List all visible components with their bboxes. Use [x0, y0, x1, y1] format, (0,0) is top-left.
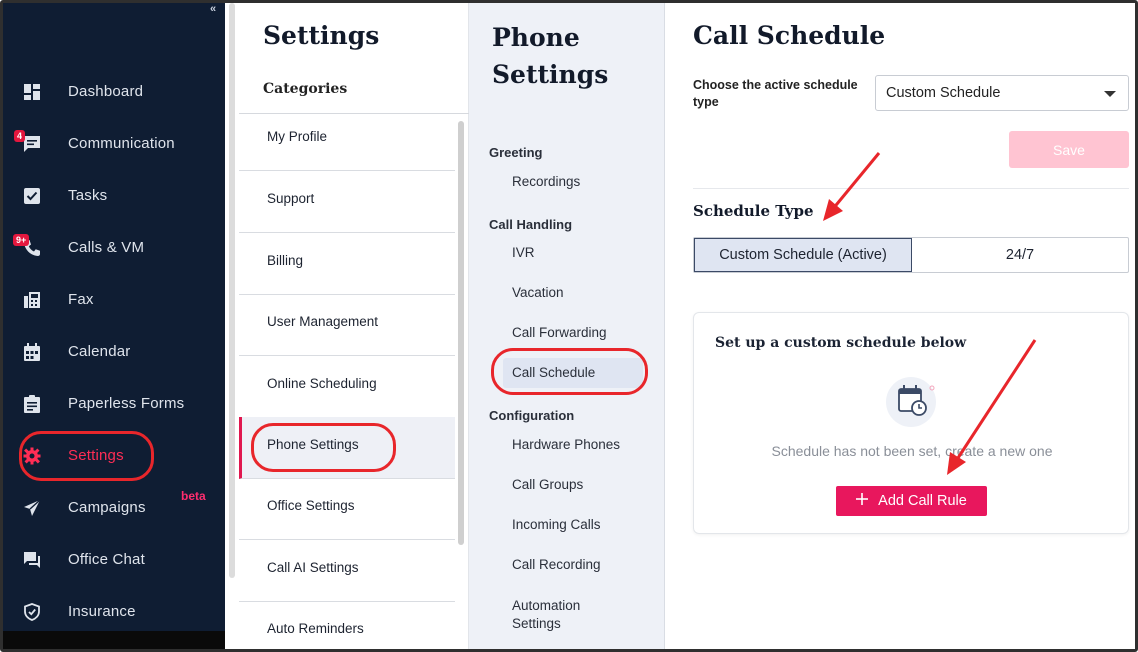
clipboard-icon — [21, 393, 43, 415]
nav-footer — [3, 631, 239, 649]
nav-item-calendar[interactable]: Calendar — [3, 330, 225, 374]
unread-badge: 4 — [14, 130, 26, 142]
left-nav: « Dashboard 4 Communication Tasks 9+ Cal… — [3, 3, 225, 649]
nav-label: Tasks — [68, 187, 108, 204]
nav-item-dashboard[interactable]: Dashboard — [3, 70, 225, 114]
gear-icon — [21, 445, 43, 467]
settings-panel: Settings Categories My Profile Support B… — [239, 3, 469, 649]
chevron-down-icon — [1104, 91, 1116, 97]
category-label: Billing — [267, 253, 304, 268]
category-label: Call AI Settings — [267, 560, 359, 575]
category-label: Phone Settings — [267, 437, 359, 452]
checkbox-icon — [21, 185, 43, 207]
save-button[interactable]: Save — [1009, 131, 1129, 168]
menu-hardware-phones[interactable]: Hardware Phones — [512, 437, 620, 452]
shield-icon — [21, 601, 43, 623]
category-label: Support — [267, 191, 315, 206]
category-user-management[interactable]: User Management — [239, 294, 455, 356]
plus-icon — [856, 493, 869, 509]
nav-label: Office Chat — [68, 551, 145, 568]
schedule-type-heading: Schedule Type — [693, 202, 814, 220]
nav-item-fax[interactable]: Fax — [3, 278, 225, 322]
nav-label: Calendar — [68, 343, 131, 360]
nav-item-office-chat[interactable]: Office Chat — [3, 538, 225, 582]
category-label: Office Settings — [267, 498, 355, 513]
category-label: My Profile — [267, 129, 328, 144]
category-call-ai-settings[interactable]: Call AI Settings — [239, 540, 455, 602]
office-chat-icon — [21, 549, 43, 571]
nav-item-insurance[interactable]: Insurance — [3, 590, 225, 634]
menu-automation-settings[interactable]: Automation Settings — [512, 597, 612, 633]
menu-call-recording[interactable]: Call Recording — [512, 557, 601, 572]
nav-scrollbar[interactable] — [229, 3, 235, 578]
nav-label: Calls & VM — [68, 239, 145, 256]
select-value: Custom Schedule — [886, 85, 1001, 101]
menu-call-groups[interactable]: Call Groups — [512, 477, 583, 492]
category-label: Auto Reminders — [267, 621, 364, 636]
nav-label: Paperless Forms — [68, 395, 185, 412]
menu-recordings[interactable]: Recordings — [512, 174, 580, 189]
phone-settings-title: Phone Settings — [492, 23, 609, 89]
phone-settings-panel: Phone Settings Greeting Recordings Call … — [469, 3, 665, 649]
calendar-clock-icon — [885, 375, 939, 429]
nav-item-tasks[interactable]: Tasks — [3, 174, 225, 218]
beta-tag: beta — [181, 489, 206, 503]
category-label: User Management — [267, 314, 379, 329]
fax-icon — [21, 289, 43, 311]
call-schedule-main: Call Schedule Choose the active schedule… — [665, 3, 1135, 649]
custom-schedule-card: Set up a custom schedule below Schedule … — [693, 312, 1129, 534]
category-online-scheduling[interactable]: Online Scheduling — [239, 356, 455, 418]
empty-state-text: Schedule has not been set, create a new … — [771, 443, 1053, 459]
nav-label: Communication — [68, 135, 175, 152]
schedule-type-label: Choose the active schedule type — [693, 78, 858, 109]
menu-ivr[interactable]: IVR — [512, 245, 535, 260]
add-call-rule-button[interactable]: Add Call Rule — [836, 486, 987, 516]
calendar-icon — [21, 341, 43, 363]
categories-scrollbar[interactable] — [458, 121, 464, 545]
menu-incoming-calls[interactable]: Incoming Calls — [512, 517, 601, 532]
group-configuration: Configuration — [489, 408, 575, 423]
page-title: Call Schedule — [693, 21, 886, 50]
category-auto-reminders[interactable]: Auto Reminders — [239, 601, 455, 649]
send-icon — [21, 497, 43, 519]
nav-label: Insurance — [68, 603, 136, 620]
group-call-handling: Call Handling — [489, 217, 573, 232]
nav-item-communication[interactable]: 4 Communication — [3, 122, 225, 166]
toggle-24-7[interactable]: 24/7 — [912, 238, 1128, 272]
category-office-settings[interactable]: Office Settings — [239, 478, 455, 540]
category-my-profile[interactable]: My Profile — [239, 109, 455, 171]
category-support[interactable]: Support — [239, 171, 455, 233]
collapse-nav-icon[interactable]: « — [210, 3, 216, 15]
toggle-custom-schedule[interactable]: Custom Schedule (Active) — [694, 238, 912, 272]
nav-label: Campaigns — [68, 499, 146, 516]
nav-item-paperless-forms[interactable]: Paperless Forms — [3, 382, 225, 426]
settings-title: Settings — [263, 21, 380, 50]
menu-call-forwarding[interactable]: Call Forwarding — [512, 325, 607, 340]
nav-item-calls[interactable]: 9+ Calls & VM — [3, 226, 225, 270]
category-label: Online Scheduling — [267, 376, 377, 391]
add-call-rule-label: Add Call Rule — [878, 493, 967, 509]
nav-item-settings[interactable]: Settings — [3, 434, 225, 478]
menu-call-schedule[interactable]: Call Schedule — [503, 358, 643, 388]
schedule-type-select[interactable]: Custom Schedule — [875, 75, 1129, 111]
schedule-type-toggle: Custom Schedule (Active) 24/7 — [693, 237, 1129, 273]
nav-label: Fax — [68, 291, 94, 308]
categories-heading: Categories — [263, 81, 348, 97]
missed-calls-badge: 9+ — [13, 234, 30, 246]
menu-vacation[interactable]: Vacation — [512, 285, 564, 300]
dashboard-icon — [21, 81, 43, 103]
category-billing[interactable]: Billing — [239, 233, 455, 295]
group-greeting: Greeting — [489, 145, 543, 160]
category-phone-settings[interactable]: Phone Settings — [239, 417, 455, 479]
app-window: « Dashboard 4 Communication Tasks 9+ Cal… — [0, 0, 1138, 652]
card-title: Set up a custom schedule below — [715, 335, 967, 351]
nav-label: Settings — [68, 447, 124, 464]
nav-label: Dashboard — [68, 83, 144, 100]
divider — [693, 188, 1129, 189]
